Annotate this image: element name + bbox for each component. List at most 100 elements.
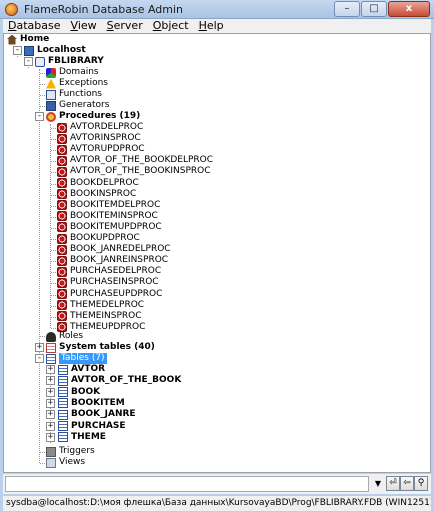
expand-table-toggle[interactable]: + xyxy=(46,432,55,442)
expand-table-toggle[interactable]: + xyxy=(46,365,55,374)
flamerobin-app-icon xyxy=(5,3,18,16)
tree-line xyxy=(51,216,56,218)
procedure-item[interactable]: BOOKDELPROC xyxy=(57,178,139,189)
menu-object[interactable]: Object xyxy=(148,19,194,33)
tree-line xyxy=(40,84,45,85)
back-button[interactable]: ⇦ xyxy=(400,476,414,491)
procedure-item[interactable]: THEMEINSPROC xyxy=(57,311,142,322)
title-bar: FlameRobin Database Admin – □ x xyxy=(0,0,434,19)
procedure-item[interactable]: BOOK_JANREDELPROC xyxy=(57,244,171,255)
tree-generators[interactable]: Generators xyxy=(46,100,109,111)
expand-table-toggle[interactable]: + xyxy=(46,421,55,431)
expand-system-tables-toggle[interactable]: + xyxy=(35,343,44,352)
procedure-icon xyxy=(57,189,67,200)
command-input[interactable] xyxy=(5,476,369,492)
procedure-item[interactable]: AVTORUPDPROC xyxy=(57,144,145,155)
procedure-item[interactable]: THEMEDELPROC xyxy=(57,300,144,311)
table-item[interactable]: AVTOR xyxy=(58,364,105,375)
expand-table-toggle[interactable]: + xyxy=(46,387,55,397)
table-name: BOOKITEM xyxy=(71,397,125,408)
procedure-name: BOOKITEMDELPROC xyxy=(70,199,161,210)
procedure-name: PURCHASEINSPROC xyxy=(70,277,159,288)
tree-system-tables[interactable]: System tables (40) xyxy=(46,342,155,353)
table-item[interactable]: BOOK xyxy=(58,387,100,398)
tree-procedures[interactable]: Procedures (19) xyxy=(46,111,140,122)
tree-line xyxy=(40,95,45,96)
search-button[interactable]: ⚲ xyxy=(414,476,428,491)
tree-localhost[interactable]: Localhost xyxy=(24,45,86,56)
tree-tables[interactable]: Tables (7) xyxy=(46,353,107,364)
minimize-button[interactable]: – xyxy=(334,1,360,17)
tree-line xyxy=(51,283,56,285)
database-tree[interactable]: Home - Localhost - FBLIBRARY Domains Exc… xyxy=(3,33,431,473)
tree-views[interactable]: Views xyxy=(46,457,85,468)
generator-icon xyxy=(46,100,56,111)
procedure-item[interactable]: BOOKUPDPROC xyxy=(57,233,140,244)
procedure-item[interactable]: BOOKINSPROC xyxy=(57,189,136,200)
procedure-icon xyxy=(57,289,67,299)
procedure-item[interactable]: AVTORINSPROC xyxy=(57,133,141,144)
execute-button[interactable]: ⏎ xyxy=(386,476,400,491)
tree-line xyxy=(40,106,45,107)
tree-home[interactable]: Home xyxy=(7,34,49,45)
command-dropdown-arrow[interactable]: ▼ xyxy=(372,476,384,492)
collapse-database-toggle[interactable]: - xyxy=(24,57,33,66)
table-item[interactable]: BOOKITEM xyxy=(58,398,125,409)
procedure-item[interactable]: PURCHASEINSPROC xyxy=(57,277,159,288)
collapse-localhost-toggle[interactable]: - xyxy=(13,46,22,55)
procedure-icon xyxy=(57,311,67,322)
procedure-icon xyxy=(57,300,67,311)
tree-line xyxy=(51,327,56,329)
procedure-name: BOOKITEMINSPROC xyxy=(70,210,158,221)
procedure-item[interactable]: AVTOR_OF_THE_BOOKDELPROC xyxy=(57,155,213,166)
table-item[interactable]: BOOK_JANRE xyxy=(58,409,136,420)
procedure-item[interactable]: PURCHASEDELPROC xyxy=(57,266,161,277)
table-item[interactable]: PURCHASE xyxy=(58,421,126,432)
expand-table-toggle[interactable]: + xyxy=(46,376,55,386)
procedure-item[interactable]: AVTOR_OF_THE_BOOKINSPROC xyxy=(57,166,211,177)
menu-help[interactable]: Help xyxy=(194,19,229,33)
expand-table-toggle[interactable]: + xyxy=(46,410,55,420)
tree-line xyxy=(51,172,56,174)
home-icon xyxy=(7,34,17,45)
collapse-procedures-toggle[interactable]: - xyxy=(35,112,44,121)
table-name: AVTOR xyxy=(71,364,106,374)
procedure-name: THEMEDELPROC xyxy=(70,299,145,310)
table-icon xyxy=(58,432,68,443)
domains-icon xyxy=(46,67,56,78)
tree-functions[interactable]: Functions xyxy=(46,89,102,100)
server-icon xyxy=(24,45,34,56)
tree-exceptions[interactable]: Exceptions xyxy=(46,78,108,89)
table-item[interactable]: THEME xyxy=(58,432,106,443)
table-item[interactable]: AVTOR_OF_THE_BOOK xyxy=(58,375,181,386)
menu-server[interactable]: Server xyxy=(102,19,148,33)
tree-domains[interactable]: Domains xyxy=(46,67,99,78)
expand-table-toggle[interactable]: + xyxy=(46,398,55,408)
table-icon xyxy=(58,398,68,409)
tree-database[interactable]: FBLIBRARY xyxy=(35,56,104,67)
procedure-item[interactable]: BOOKITEMUPDPROC xyxy=(57,222,162,233)
tree-line xyxy=(51,272,56,274)
table-icon xyxy=(58,375,68,386)
procedure-item[interactable]: BOOK_JANREINSPROC xyxy=(57,255,168,266)
menu-view[interactable]: View xyxy=(66,19,102,33)
procedure-icon xyxy=(57,244,67,255)
close-button[interactable]: x xyxy=(388,1,430,17)
procedure-item[interactable]: BOOKITEMINSPROC xyxy=(57,211,158,222)
procedure-item[interactable]: BOOKITEMDELPROC xyxy=(57,200,160,211)
tree-line xyxy=(51,194,56,196)
table-icon xyxy=(58,364,68,375)
tree-roles[interactable]: Roles xyxy=(46,331,83,342)
maximize-button[interactable]: □ xyxy=(361,1,387,17)
tree-triggers[interactable]: Triggers xyxy=(46,446,95,457)
procedure-item[interactable]: AVTORDELPROC xyxy=(57,122,143,133)
procedure-icon xyxy=(57,122,67,133)
collapse-tables-toggle[interactable]: - xyxy=(35,354,44,363)
procedure-name: BOOKUPDPROC xyxy=(70,233,140,243)
status-bar: sysdba@localhost:D:\моя флешка\База данн… xyxy=(3,495,431,511)
menu-database[interactable]: Database xyxy=(3,19,66,33)
procedure-icon xyxy=(57,144,67,155)
procedure-item[interactable]: PURCHASEUPDPROC xyxy=(57,289,162,300)
window-controls: – □ x xyxy=(333,1,430,18)
table-icon xyxy=(58,409,68,420)
